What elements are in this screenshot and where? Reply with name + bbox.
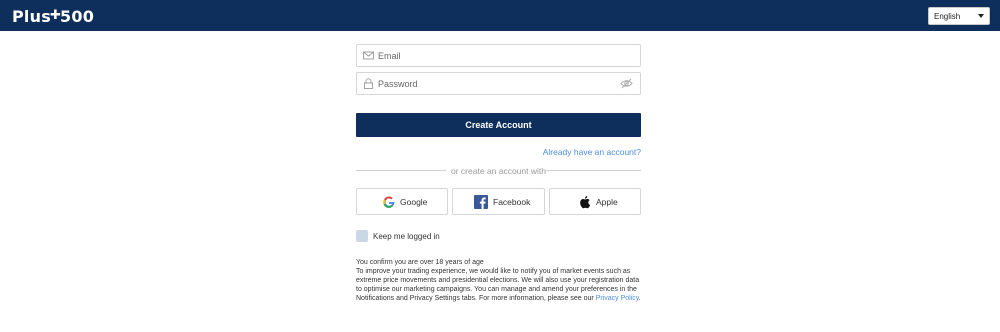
apple-label: Apple [596,197,618,207]
apple-icon [580,196,591,209]
divider-text: or create an account with [451,166,546,176]
keep-logged-in-checkbox[interactable] [356,230,368,242]
caret-down-icon [978,14,984,18]
notification-consent: To improve your trading experience, we w… [356,267,646,303]
create-account-button[interactable]: Create Account [356,113,641,137]
google-button[interactable]: Google [356,188,448,215]
divider-line-right [545,170,641,171]
keep-logged-in-label: Keep me logged in [373,232,440,241]
legal-end-period: . [638,295,641,302]
logo-text-left: Plus [12,7,51,26]
password-placeholder: Password [378,79,418,89]
legal-disclaimer: You confirm you are over 18 years of age… [356,258,646,303]
logo-plus-icon: ✚ [49,8,62,23]
facebook-label: Facebook [493,197,531,207]
or-divider: or create an account with [356,165,641,177]
password-field[interactable]: Password [356,72,641,95]
already-have-account-link[interactable]: Already have an account? [500,147,641,157]
plus500-logo[interactable]: Plus✚500 [12,7,94,26]
email-field[interactable]: Email [356,44,641,67]
google-icon [383,196,395,209]
language-select[interactable]: English [928,7,990,25]
lock-icon [364,78,373,89]
language-select-value: English [934,12,961,21]
apple-button[interactable]: Apple [549,188,641,215]
facebook-icon [474,195,488,209]
email-placeholder: Email [378,51,401,61]
logo-text-right: 500 [60,7,95,26]
age-confirmation: You confirm you are over 18 years of age [356,259,484,266]
privacy-policy-link[interactable]: Privacy Policy [596,295,639,302]
mail-icon [363,51,374,60]
top-bar: Plus✚500 English [0,0,1000,31]
google-label: Google [400,197,428,207]
facebook-button[interactable]: Facebook [452,188,545,215]
eye-slash-icon[interactable] [620,78,633,89]
